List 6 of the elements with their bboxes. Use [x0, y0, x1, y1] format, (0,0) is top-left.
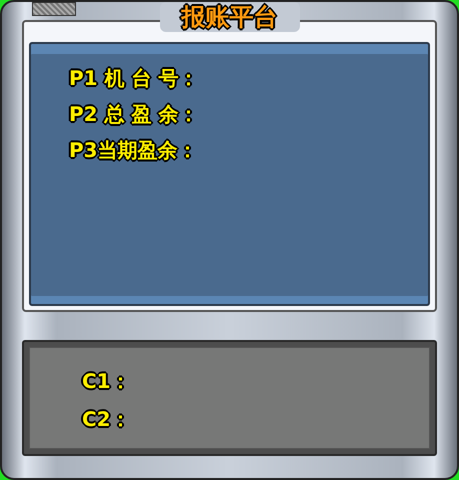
window-title: 报账平台 — [160, 2, 300, 32]
field-label: C2： — [82, 406, 131, 433]
field-label: C1： — [82, 368, 131, 395]
field-label: P3当期盈余： — [69, 137, 198, 164]
field-label: P2 总 盈 余： — [69, 101, 198, 128]
field-label: P1 机 台 号： — [69, 65, 198, 92]
